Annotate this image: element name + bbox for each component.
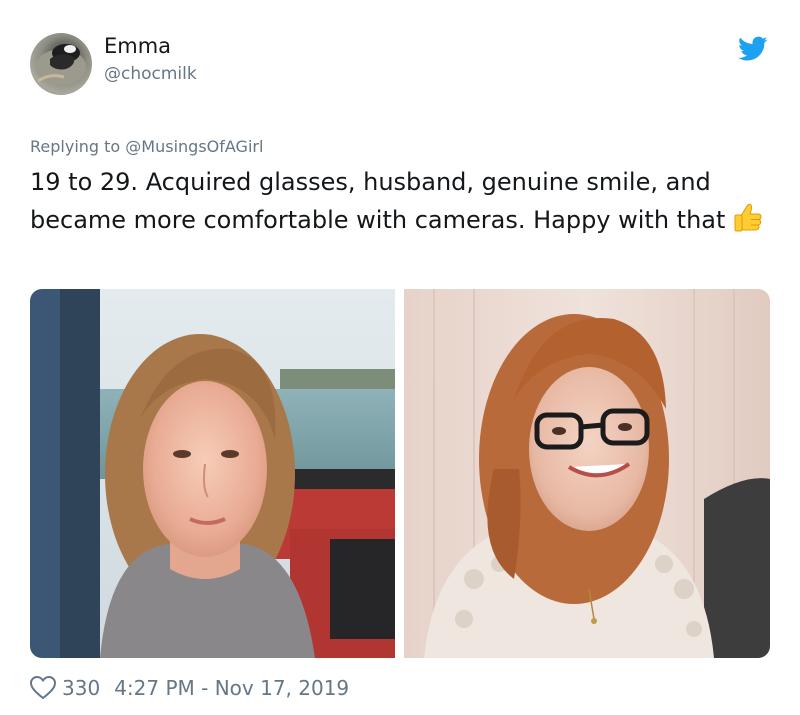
heart-icon[interactable] (30, 676, 56, 700)
twitter-bird-icon[interactable] (738, 36, 768, 62)
reply-prefix: Replying to (30, 137, 121, 156)
reply-context: Replying to @MusingsOfAGirl (30, 137, 263, 156)
reply-mention-link[interactable]: @MusingsOfAGirl (125, 137, 263, 156)
tweet-image-after[interactable] (404, 289, 770, 658)
tweet-text: 19 to 29. Acquired glasses, husband, gen… (30, 164, 780, 238)
thumbs-up-icon (731, 200, 765, 234)
like-count[interactable]: 330 (62, 676, 100, 700)
tweet-body: 19 to 29. Acquired glasses, husband, gen… (30, 168, 726, 234)
tweet-footer: 330 4:27 PM - Nov 17, 2019 (30, 675, 349, 701)
tweet-card: Emma @chocmilk Replying to @MusingsOfAGi… (0, 0, 800, 715)
user-handle[interactable]: @chocmilk (104, 64, 197, 84)
avatar[interactable] (30, 33, 92, 95)
user-name[interactable]: Emma (104, 34, 171, 58)
timestamp[interactable]: 4:27 PM - Nov 17, 2019 (114, 676, 349, 700)
tweet-image-before[interactable] (30, 289, 395, 658)
